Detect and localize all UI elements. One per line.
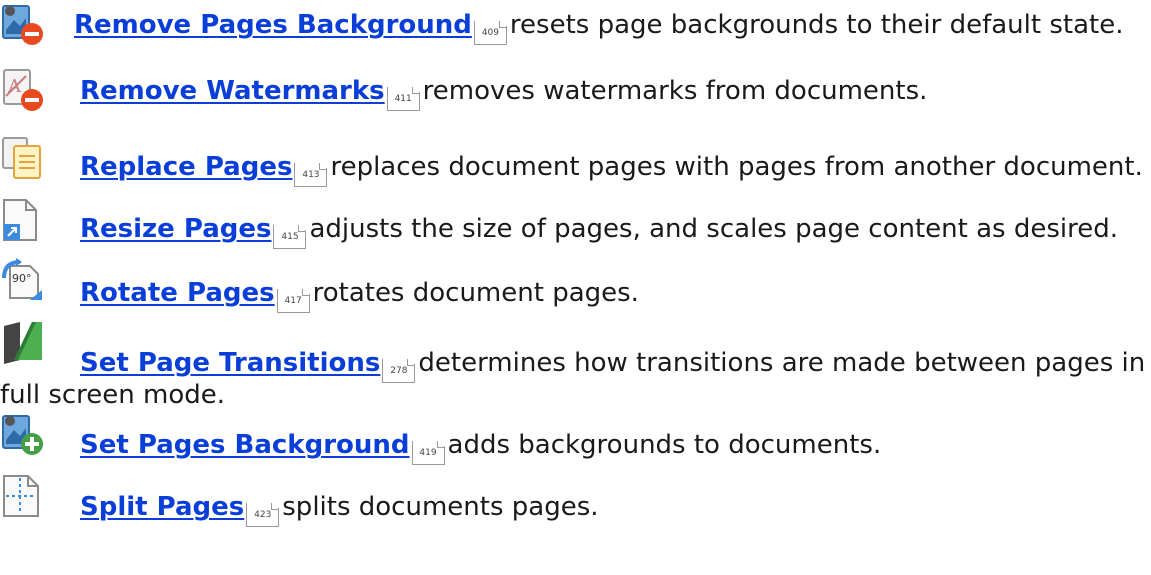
entry-description: determines how transitions are made betw… — [418, 348, 1146, 378]
link-remove-watermarks[interactable]: Remove Watermarks — [80, 76, 385, 106]
link-replace-pages[interactable]: Replace Pages — [80, 152, 292, 182]
page-reference[interactable]: 417 — [276, 289, 310, 313]
entry-description-continuation: full screen mode. — [0, 380, 226, 410]
replace-pages-icon — [0, 136, 44, 180]
page-reference[interactable]: 409 — [473, 21, 507, 45]
page-reference[interactable]: 423 — [246, 503, 280, 527]
remove-watermark-icon: A — [0, 68, 44, 112]
page-reference[interactable]: 419 — [411, 441, 445, 465]
entry-description: removes watermarks from documents. — [422, 76, 928, 106]
link-set-page-transitions[interactable]: Set Page Transitions — [80, 348, 380, 378]
remove-background-icon — [0, 2, 44, 46]
page-reference[interactable]: 278 — [382, 359, 416, 383]
entry-description: adjusts the size of pages, and scales pa… — [309, 214, 1119, 244]
rotate-pages-icon: 90° — [0, 258, 44, 302]
link-resize-pages[interactable]: Resize Pages — [80, 214, 271, 244]
entry-description: splits documents pages. — [282, 492, 599, 522]
link-rotate-pages[interactable]: Rotate Pages — [80, 278, 275, 308]
entry-description: adds backgrounds to documents. — [447, 430, 882, 460]
entry-description: replaces document pages with pages from … — [330, 152, 1143, 182]
page-reference[interactable]: 415 — [273, 225, 307, 249]
link-remove-pages-background[interactable]: Remove Pages Background — [74, 10, 472, 40]
page-reference[interactable]: 413 — [294, 163, 328, 187]
page-reference[interactable]: 411 — [386, 87, 420, 111]
set-background-icon — [0, 412, 44, 456]
resize-pages-icon — [0, 198, 44, 242]
svg-text:90°: 90° — [12, 272, 32, 285]
split-pages-icon — [0, 474, 44, 518]
entry-description: resets page backgrounds to their default… — [509, 10, 1124, 40]
link-split-pages[interactable]: Split Pages — [80, 492, 244, 522]
page-transitions-icon — [0, 320, 44, 364]
entry-description: rotates document pages. — [312, 278, 639, 308]
link-set-pages-background[interactable]: Set Pages Background — [80, 430, 410, 460]
